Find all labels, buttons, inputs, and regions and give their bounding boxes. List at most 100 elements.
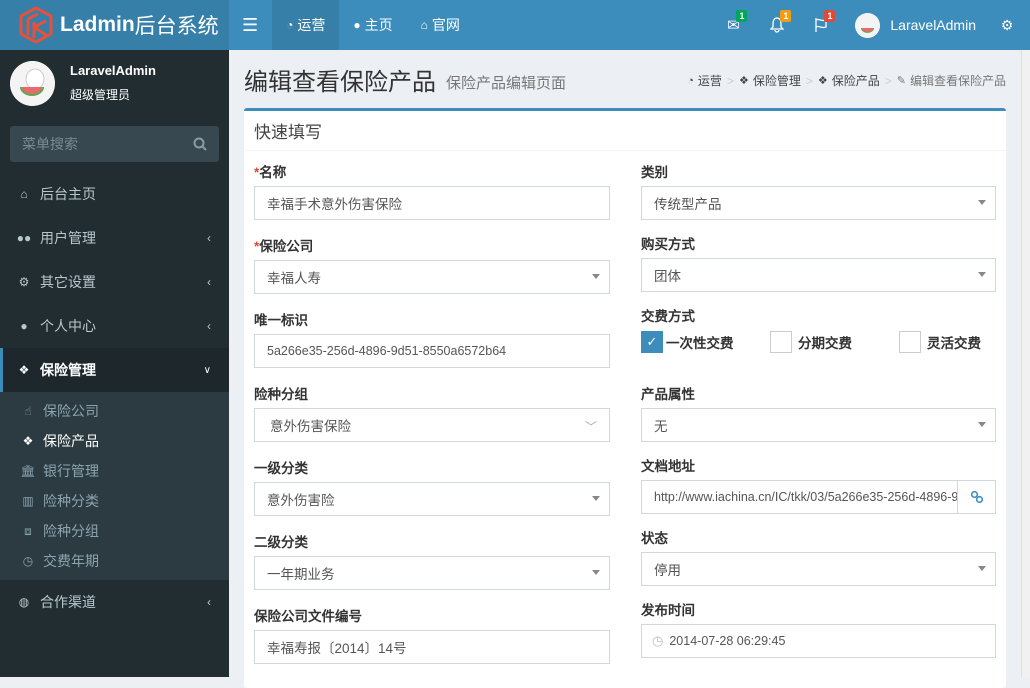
breadcrumb-item[interactable]: 运营 [698, 72, 722, 89]
top-navbar: Ladmin 后台系统 ☰ ◔ 运营 ● 主页 ⌂ 官网 ✉ 1 1 1 Lar… [0, 0, 1030, 50]
menu-search-input[interactable] [22, 136, 172, 152]
notifications-badge: 1 [780, 10, 792, 22]
user-name: LaravelAdmin [890, 17, 976, 33]
field-name: *名称 幸福手术意外伤害保险 [254, 161, 610, 225]
user-menu[interactable]: LaravelAdmin [843, 12, 992, 38]
sidebar-subitem-companies[interactable]: ☝ 保险公司 [0, 396, 229, 426]
notifications-button[interactable]: 1 [755, 0, 799, 50]
cubes-icon: ❖ [817, 75, 828, 87]
breadcrumb-item[interactable]: 保险管理 [753, 72, 801, 89]
product-form: *名称 幸福手术意外伤害保险 *保险公司 幸福人寿 唯一标识 5a266e35-… [244, 151, 1006, 669]
status-select[interactable]: 停用 [641, 552, 996, 586]
sidebar-toggle-button[interactable]: ☰ [229, 0, 272, 50]
sidebar-menu: ⌂ 后台主页 ●● 用户管理 ‹ ⚙ 其它设置 ‹ ● 个人中心 ‹ ❖ 保险管… [0, 172, 229, 624]
payment-checkboxes: ✓ 一次性交费 分期交费 灵活交费 [641, 330, 996, 354]
link-icon[interactable] [957, 481, 995, 513]
search-icon[interactable] [193, 137, 207, 151]
sidebar-item-profile[interactable]: ● 个人中心 ‹ [0, 304, 229, 348]
clock-icon: ◷ [22, 554, 34, 568]
purchase-select[interactable]: 团体 [641, 258, 996, 292]
sidebar-subitem-label: 保险公司 [43, 403, 99, 419]
control-sidebar-button[interactable]: ⚙ [992, 0, 1022, 50]
field-type: 类别 传统型产品 [641, 161, 996, 225]
cat1-select-value: 意外伤害险 [267, 493, 335, 508]
company-select-value: 幸福人寿 [267, 271, 321, 286]
type-select[interactable]: 传统型产品 [641, 186, 996, 220]
sidebar-subitem-label: 保险产品 [43, 433, 99, 449]
checkbox-lump-sum[interactable]: ✓ 一次性交费 [641, 331, 770, 353]
breadcrumb-item[interactable]: 保险产品 [832, 72, 880, 89]
tasks-badge: 1 [824, 10, 836, 22]
user-icon: ● [20, 319, 28, 333]
nav-website[interactable]: ⌂ 官网 [407, 0, 474, 50]
sidebar-item-label: 合作渠道 [40, 594, 96, 610]
page-title: 编辑查看保险产品 [244, 68, 436, 96]
content-header: 编辑查看保险产品 保险产品编辑页面 ◔ 运营 > ❖ 保险管理 > ❖ 保险产品… [244, 50, 1006, 108]
company-select[interactable]: 幸福人寿 [254, 260, 610, 294]
user-avatar [855, 12, 881, 38]
sidebar-subitem-categories[interactable]: ▥ 险种分类 [0, 486, 229, 516]
checkbox-box [899, 331, 921, 353]
field-label: 保险公司文件编号 [254, 609, 362, 624]
sidebar-subitem-label: 银行管理 [43, 463, 99, 479]
nav-home[interactable]: ● 主页 [339, 0, 406, 50]
name-input[interactable]: 幸福手术意外伤害保险 [254, 186, 610, 220]
cat2-select-value: 一年期业务 [267, 567, 335, 582]
nav-operations[interactable]: ◔ 运营 [272, 0, 340, 50]
purchase-select-value: 团体 [654, 269, 681, 284]
field-label: 状态 [641, 531, 668, 546]
field-label: 发布时间 [641, 603, 695, 618]
user-icon: ● [353, 18, 361, 32]
doc-url-input-group: http://www.iachina.cn/IC/tkk/03/5a266e35… [641, 480, 996, 514]
group-select[interactable]: 意外伤害保险 ﹀ [254, 408, 610, 442]
field-label: 险种分组 [254, 387, 308, 402]
sidebar-item-users[interactable]: ●● 用户管理 ‹ [0, 216, 229, 260]
page-scrollbar[interactable] [1021, 50, 1030, 677]
caret-down-icon [978, 272, 986, 277]
field-purchase: 购买方式 团体 [641, 233, 996, 297]
sidebar-subitem-products[interactable]: ❖ 保险产品 [0, 426, 229, 456]
field-payment: 交费方式 ✓ 一次性交费 分期交费 灵活交费 [641, 305, 996, 373]
publish-time-value: 2014-07-28 06:29:45 [669, 634, 786, 648]
doc-no-input[interactable]: 幸福寿报〔2014〕14号 [254, 630, 610, 664]
field-label: 名称 [259, 165, 287, 180]
checkbox-flexible[interactable]: 灵活交费 [899, 331, 981, 353]
sidebar-item-dashboard[interactable]: ⌂ 后台主页 [0, 172, 229, 216]
cat1-select[interactable]: 意外伤害险 [254, 482, 610, 516]
sidebar-item-settings[interactable]: ⚙ 其它设置 ‹ [0, 260, 229, 304]
field-label: 文档地址 [641, 459, 695, 474]
tasks-button[interactable]: 1 [799, 0, 843, 50]
logo[interactable]: Ladmin 后台系统 [0, 0, 229, 50]
caret-down-icon [592, 570, 600, 575]
sidebar-item-channels[interactable]: ◍ 合作渠道 ‹ [0, 580, 229, 624]
sidebar-item-label: 其它设置 [40, 274, 96, 290]
publish-time-input[interactable]: ◷ 2014-07-28 06:29:45 [641, 624, 996, 658]
sidebar-user-name: LaravelAdmin [70, 63, 156, 78]
cat2-select[interactable]: 一年期业务 [254, 556, 610, 590]
sidebar-subitem-banks[interactable]: 🏛 银行管理 [0, 456, 229, 486]
breadcrumb-separator: > [805, 73, 813, 88]
clock-icon: ◷ [652, 633, 664, 648]
insurance-submenu: ☝ 保险公司 ❖ 保险产品 🏛 银行管理 ▥ 险种分类 ⧈ 险种分组 ◷ 交费年… [0, 392, 229, 580]
sidebar-subitem-groups[interactable]: ⧈ 险种分组 [0, 516, 229, 546]
field-label: 产品属性 [641, 387, 695, 402]
field-label: 一级分类 [254, 461, 308, 476]
breadcrumb: ◔ 运营 > ❖ 保险管理 > ❖ 保险产品 > ✎ 编辑查看保险产品 [687, 72, 1006, 89]
sidebar-item-insurance[interactable]: ❖ 保险管理 ∨ [0, 348, 229, 392]
doc-url-input[interactable]: http://www.iachina.cn/IC/tkk/03/5a266e35… [642, 490, 957, 504]
breadcrumb-current: 编辑查看保险产品 [909, 74, 1006, 88]
home-icon: ⌂ [420, 18, 428, 32]
field-label: 交费方式 [641, 309, 695, 324]
attr-select-value: 无 [654, 419, 668, 434]
uuid-input[interactable]: 5a266e35-256d-4896-9d51-8550a6572b64 [254, 334, 610, 368]
field-cat1: 一级分类 意外伤害险 [254, 457, 610, 521]
field-label: 唯一标识 [254, 313, 308, 328]
sidebar-subitem-payment-terms[interactable]: ◷ 交费年期 [0, 546, 229, 576]
messages-button[interactable]: ✉ 1 [711, 0, 755, 50]
field-publish: 发布时间 ◷ 2014-07-28 06:29:45 [641, 599, 996, 663]
checkbox-installment[interactable]: 分期交费 [770, 331, 899, 353]
nav-operations-label: 运营 [297, 17, 326, 33]
attr-select[interactable]: 无 [641, 408, 996, 442]
page-subtitle: 保险产品编辑页面 [446, 74, 567, 92]
edit-icon: ✎ [896, 75, 906, 87]
